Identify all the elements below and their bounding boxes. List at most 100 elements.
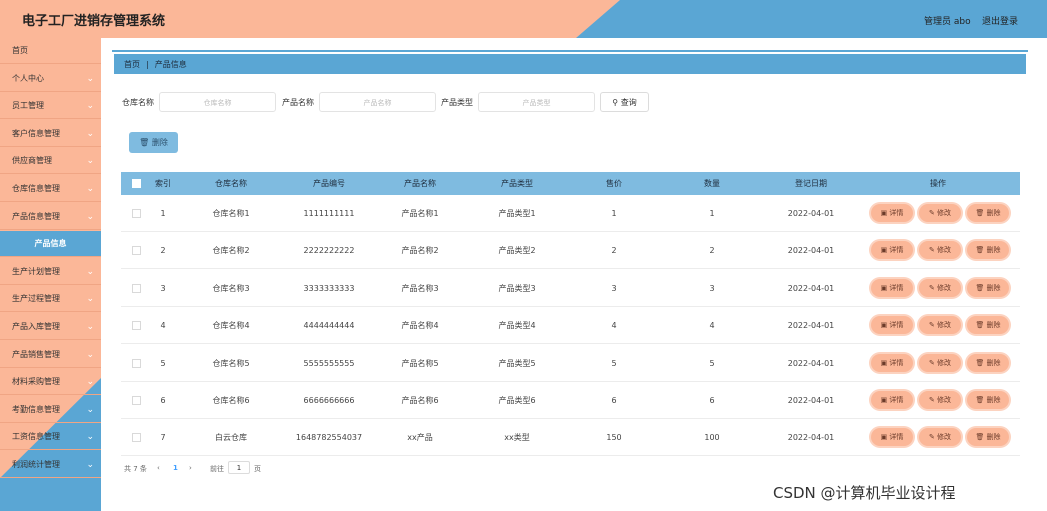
detail-button[interactable]: ▣ 详情 [871, 204, 913, 222]
select-all-checkbox[interactable] [132, 179, 141, 188]
table-cell: 2022-04-01 [787, 246, 835, 256]
table-cell: 产品名称6 [401, 396, 439, 405]
delete-button[interactable]: 🗑 删除 [967, 316, 1009, 335]
batch-delete-button[interactable]: 🗑 删除 [129, 132, 178, 153]
delete-button-label: 删除 [986, 246, 1001, 255]
sidebar-item[interactable]: 产品入库管理 ⌄ [0, 314, 101, 340]
table-cell: 150 [606, 433, 622, 443]
delete-button-label: 删除 [986, 433, 1001, 442]
sidebar-item[interactable]: 工资信息管理 ⌄ [0, 424, 101, 451]
table-cell: 仓库名称6 [212, 396, 250, 405]
pencil-icon: ✎ [928, 321, 938, 330]
detail-button[interactable]: ▣ 详情 [871, 241, 913, 260]
row-checkbox[interactable] [132, 321, 141, 331]
breadcrumb-home[interactable]: 首页 [124, 60, 140, 69]
sidebar-item[interactable]: 产品信息 [0, 231, 101, 258]
pagination-current-page[interactable]: 1 [173, 464, 178, 472]
breadcrumb-separator: | [146, 60, 149, 69]
sidebar-item[interactable]: 首页 [0, 38, 101, 64]
sidebar-item[interactable]: 个人中心 ⌄ [0, 66, 101, 92]
table-cell: 1648782554037 [295, 433, 363, 443]
row-checkbox[interactable] [132, 358, 141, 368]
detail-button-label: 详情 [889, 283, 904, 292]
pencil-icon: ✎ [928, 396, 938, 404]
sidebar-item[interactable]: 产品销售管理 ⌄ [0, 342, 101, 368]
table-cell: 100 [704, 433, 720, 443]
table-cell: 产品类型6 [498, 396, 536, 405]
sidebar-item-label: 材料采购管理 [12, 377, 60, 387]
table-cell: 仓库名称3 [212, 283, 250, 293]
sidebar-item[interactable]: 考勤信息管理 ⌄ [0, 397, 101, 423]
delete-button[interactable]: 🗑 删除 [967, 241, 1009, 260]
table-cell: 1111111111 [303, 209, 355, 218]
pagination-prev[interactable]: ‹ [157, 464, 160, 472]
delete-button[interactable]: 🗑 删除 [967, 428, 1009, 447]
edit-button[interactable]: ✎ 修改 [919, 316, 961, 335]
warehouse-label: 仓库名称 [122, 98, 154, 107]
logout-link[interactable]: 退出登录 [982, 14, 1018, 27]
pagination-total: 共 7 条 [124, 465, 147, 473]
pagination-next[interactable]: › [189, 464, 192, 472]
product-name-label: 产品名称 [282, 98, 314, 107]
sidebar-item-label: 生产计划管理 [12, 266, 60, 276]
sidebar-item[interactable]: 产品信息管理 ⌄ [0, 204, 101, 230]
table-cell: 2 [709, 246, 715, 256]
sidebar-item-label: 产品信息管理 [12, 211, 60, 221]
watermark: CSDN @计算机毕业设计程 [773, 484, 956, 502]
edit-button[interactable]: ✎ 修改 [919, 204, 961, 222]
row-checkbox[interactable] [132, 283, 141, 293]
edit-button[interactable]: ✎ 修改 [919, 241, 961, 260]
sidebar-item-label: 员工管理 [12, 101, 44, 111]
delete-button[interactable]: 🗑 删除 [967, 204, 1009, 222]
product-type-search-input[interactable]: 产品类型 [478, 92, 595, 112]
sidebar-item[interactable]: 生产过程管理 ⌄ [0, 286, 101, 313]
edit-button[interactable]: ✎ 修改 [919, 391, 961, 409]
chevron-down-icon: ⌄ [86, 294, 94, 305]
delete-button[interactable]: 🗑 删除 [967, 391, 1009, 409]
detail-button[interactable]: ▣ 详情 [871, 428, 913, 447]
pencil-icon: ✎ [928, 209, 938, 217]
row-checkbox[interactable] [132, 396, 141, 405]
trash-icon: 🗑 [975, 246, 987, 255]
delete-button[interactable]: 🗑 删除 [967, 278, 1009, 297]
table-cell: 4 [709, 321, 715, 331]
delete-button[interactable]: 🗑 删除 [967, 353, 1009, 372]
trash-icon: 🗑 [975, 433, 987, 442]
chevron-down-icon: ⌄ [86, 322, 94, 332]
row-checkbox[interactable] [132, 246, 141, 256]
column-header: 产品编号 [313, 179, 345, 188]
table-cell: 2222222222 [303, 246, 355, 256]
sidebar-item[interactable]: 仓库信息管理 ⌄ [0, 176, 101, 202]
column-header: 登记日期 [795, 179, 827, 188]
table-cell: 2022-04-01 [787, 433, 835, 443]
pagination-goto-input[interactable]: 1 [228, 461, 250, 474]
trash-icon: 🗑 [975, 358, 987, 367]
edit-button[interactable]: ✎ 修改 [919, 428, 961, 447]
row-checkbox[interactable] [132, 433, 141, 443]
sidebar-item-label: 产品入库管理 [12, 322, 60, 331]
table-cell: 4 [611, 321, 617, 331]
detail-button[interactable]: ▣ 详情 [871, 353, 913, 372]
table-cell: 2022-04-01 [787, 321, 835, 331]
product-name-search-input[interactable]: 产品名称 [319, 92, 436, 112]
sidebar-item[interactable]: 材料采购管理 ⌄ [0, 369, 101, 396]
detail-button-label: 详情 [889, 246, 904, 255]
detail-button[interactable]: ▣ 详情 [871, 278, 913, 297]
edit-button[interactable]: ✎ 修改 [919, 278, 961, 297]
sidebar-item[interactable]: 生产计划管理 ⌄ [0, 259, 101, 285]
warehouse-search-input[interactable]: 仓库名称 [159, 92, 276, 112]
sidebar-item[interactable]: 利润统计管理 ⌄ [0, 452, 101, 478]
detail-button[interactable]: ▣ 详情 [871, 316, 913, 335]
table-cell: 产品类型3 [498, 283, 536, 293]
query-button[interactable]: ⚲ 查询 [600, 92, 649, 112]
sidebar-item[interactable]: 员工管理 ⌄ [0, 93, 101, 120]
row-checkbox[interactable] [132, 209, 141, 218]
sidebar-item[interactable]: 客户信息管理 ⌄ [0, 121, 101, 147]
sidebar-item-label: 利润统计管理 [12, 460, 60, 469]
edit-button[interactable]: ✎ 修改 [919, 353, 961, 372]
table-row: 2 仓库名称2 2222222222 产品名称2 产品类型2 2 2 2022-04-01 ▣ … [121, 232, 1020, 270]
pencil-icon: ✎ [928, 433, 938, 442]
breadcrumb: 首页 | 产品信息 [112, 50, 1028, 76]
sidebar-item[interactable]: 供应商管理 ⌄ [0, 148, 101, 175]
detail-button[interactable]: ▣ 详情 [871, 391, 913, 409]
